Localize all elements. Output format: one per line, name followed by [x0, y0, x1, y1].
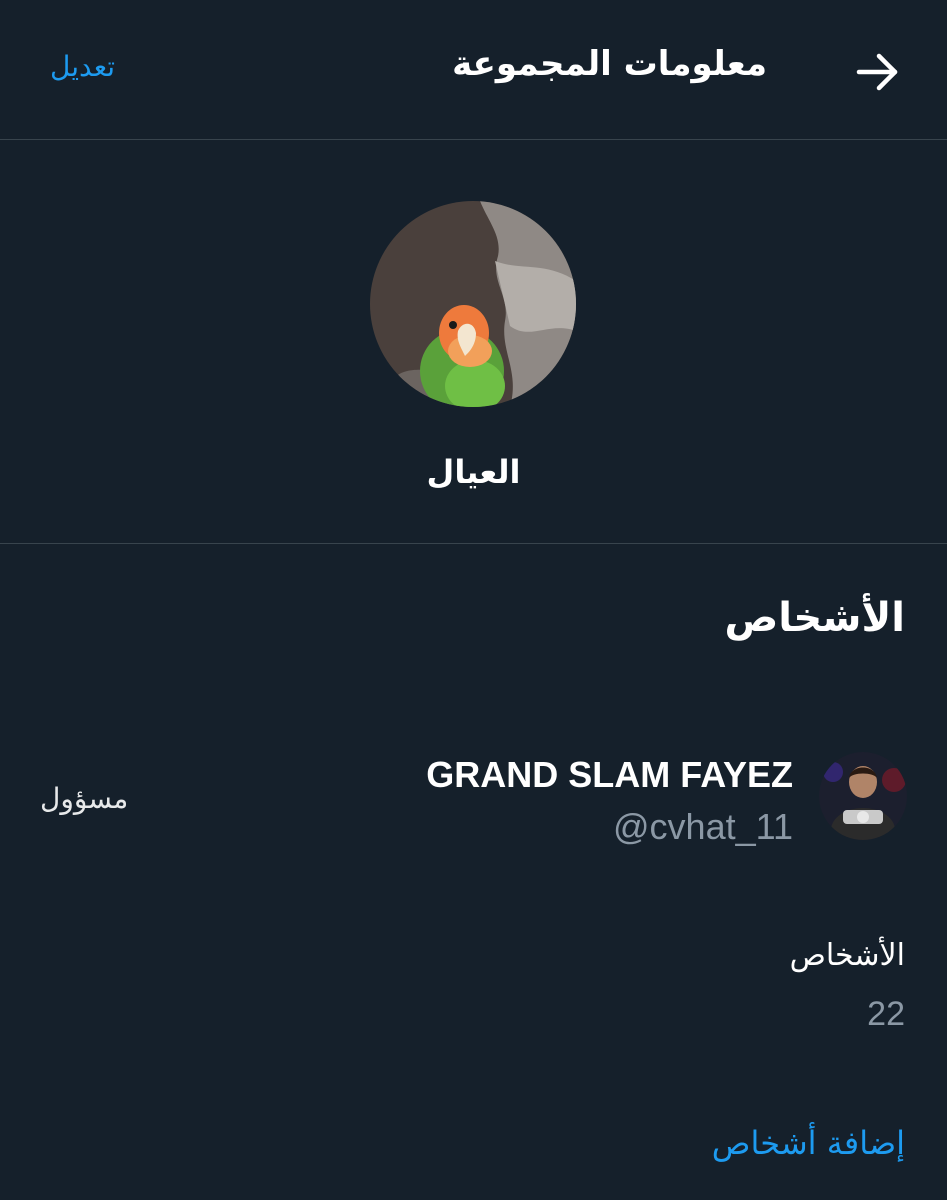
- people-count-label: الأشخاص: [789, 938, 905, 973]
- member-role-badge: مسؤول: [40, 782, 129, 815]
- user-photo-icon: [819, 752, 907, 840]
- top-bar: معلومات المجموعة تعديل: [0, 0, 947, 140]
- member-avatar[interactable]: [819, 752, 907, 840]
- add-people-button[interactable]: إضافة أشخاص: [712, 1124, 905, 1162]
- group-name: العيال: [426, 453, 521, 491]
- page-title: معلومات المجموعة: [452, 44, 767, 84]
- parrot-photo-icon: [370, 201, 576, 407]
- edit-button[interactable]: تعديل: [50, 50, 115, 83]
- member-handle: @cvhat_11: [613, 806, 793, 847]
- back-button[interactable]: [851, 48, 907, 96]
- arrow-right-icon: [856, 53, 898, 91]
- member-row[interactable]: GRAND SLAM FAYEZ @cvhat_11 مسؤول: [0, 740, 947, 860]
- group-info-section: العيال: [0, 140, 947, 544]
- people-count-value: 22: [867, 995, 905, 1033]
- group-avatar[interactable]: [370, 201, 576, 407]
- people-section-heading: الأشخاص: [724, 595, 906, 641]
- member-display-name: GRAND SLAM FAYEZ: [426, 754, 793, 795]
